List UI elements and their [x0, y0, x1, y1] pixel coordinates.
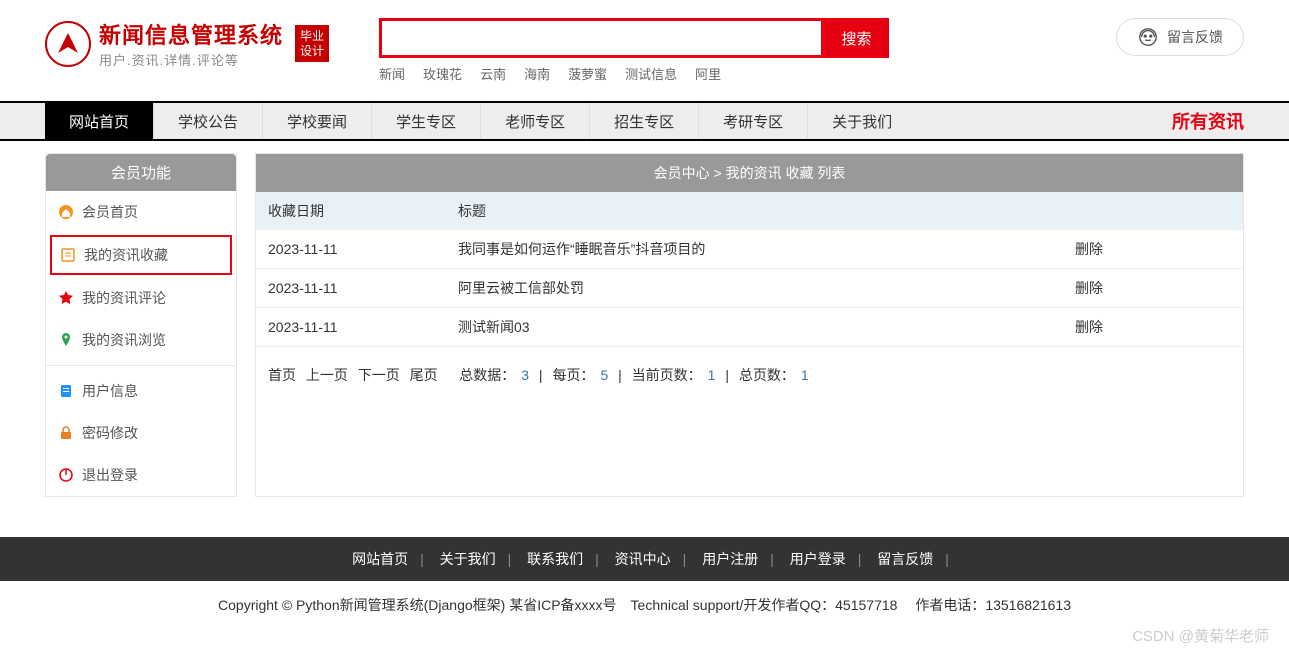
footer-link[interactable]: 资讯中心 [603, 551, 683, 567]
pages-label: 总页数： [739, 367, 795, 383]
logo-icon [45, 21, 91, 67]
nav-admission[interactable]: 招生专区 [589, 103, 698, 139]
nav-news[interactable]: 学校要闻 [262, 103, 371, 139]
sidebar-header: 会员功能 [46, 154, 236, 191]
sidebar-item-history[interactable]: 我的资讯浏览 [46, 319, 236, 361]
pages-value: 1 [801, 367, 809, 383]
feedback-button[interactable]: 留言反馈 [1116, 18, 1244, 56]
sidebar-item-comments[interactable]: 我的资讯评论 [46, 277, 236, 319]
sidebar-item-profile[interactable]: 用户信息 [46, 370, 236, 412]
nav-student[interactable]: 学生专区 [371, 103, 480, 139]
pin-icon [58, 332, 74, 348]
search-tag[interactable]: 玫瑰花 [423, 64, 462, 83]
logo: 新闻信息管理系统 用户.资讯.详情.评论等 毕业 设计 [45, 18, 329, 69]
nav-teacher[interactable]: 老师专区 [480, 103, 589, 139]
search-tags: 新闻 玫瑰花 云南 海南 菠萝蜜 测试信息 阿里 [379, 64, 889, 83]
sidebar-item-label: 会员首页 [82, 202, 138, 222]
total-label: 总数据： [459, 367, 515, 383]
page-last[interactable]: 尾页 [410, 367, 438, 383]
delete-link[interactable]: 删除 [1063, 308, 1243, 347]
nav-exam[interactable]: 考研专区 [698, 103, 807, 139]
sidebar-item-password[interactable]: 密码修改 [46, 412, 236, 454]
footer-link[interactable]: 留言反馈 [865, 551, 945, 567]
cell-date: 2023-11-11 [256, 230, 446, 269]
sidebar-divider [46, 365, 236, 366]
current-label: 当前页数： [632, 367, 702, 383]
search-tag[interactable]: 海南 [524, 64, 550, 83]
power-icon [58, 467, 74, 483]
cell-title[interactable]: 我同事是如何运作“睡眠音乐”抖音项目的 [446, 230, 1063, 269]
table-row: 2023-11-11 测试新闻03 删除 [256, 308, 1243, 347]
search-button[interactable]: 搜索 [824, 18, 889, 58]
delete-link[interactable]: 删除 [1063, 269, 1243, 308]
sidebar-item-label: 用户信息 [82, 381, 138, 401]
page-next[interactable]: 下一页 [358, 367, 400, 383]
sidebar-item-label: 我的资讯浏览 [82, 330, 166, 350]
footer-link[interactable]: 关于我们 [428, 551, 508, 567]
sidebar-item-logout[interactable]: 退出登录 [46, 454, 236, 496]
current-value: 1 [708, 367, 716, 383]
logo-badge: 毕业 设计 [295, 25, 329, 62]
nav-home[interactable]: 网站首页 [45, 103, 153, 139]
table-row: 2023-11-11 阿里云被工信部处罚 删除 [256, 269, 1243, 308]
nav-all-news[interactable]: 所有资讯 [1172, 103, 1244, 139]
main-nav: 网站首页 学校公告 学校要闻 学生专区 老师专区 招生专区 考研专区 关于我们 … [0, 101, 1289, 141]
nav-about[interactable]: 关于我们 [807, 103, 916, 139]
col-action [1063, 192, 1243, 230]
sidebar-item-label: 退出登录 [82, 465, 138, 485]
total-value: 3 [521, 367, 529, 383]
col-title: 标题 [446, 192, 1063, 230]
delete-link[interactable]: 删除 [1063, 230, 1243, 269]
logo-subtitle: 用户.资讯.详情.评论等 [99, 50, 283, 69]
footer-link[interactable]: 网站首页 [340, 551, 420, 567]
nav-notice[interactable]: 学校公告 [153, 103, 262, 139]
sidebar: 会员功能 会员首页 我的资讯收藏 我的资讯评论 我的资讯浏览 用户信息 密码修改 [45, 153, 237, 497]
sidebar-item-label: 我的资讯评论 [82, 288, 166, 308]
search-tag[interactable]: 新闻 [379, 64, 405, 83]
search-tag[interactable]: 菠萝蜜 [568, 64, 607, 83]
breadcrumb: 会员中心 > 我的资讯 收藏 列表 [256, 154, 1243, 192]
search-tag[interactable]: 云南 [480, 64, 506, 83]
footer-link[interactable]: 用户登录 [778, 551, 858, 567]
lock-icon [58, 425, 74, 441]
cell-title[interactable]: 阿里云被工信部处罚 [446, 269, 1063, 308]
sidebar-item-favorites[interactable]: 我的资讯收藏 [50, 235, 232, 275]
page-prev[interactable]: 上一页 [306, 367, 348, 383]
favorites-table: 收藏日期 标题 2023-11-11 我同事是如何运作“睡眠音乐”抖音项目的 删… [256, 192, 1243, 347]
page-first[interactable]: 首页 [268, 367, 296, 383]
footer-link[interactable]: 联系我们 [515, 551, 595, 567]
footer-nav: 网站首页| 关于我们| 联系我们| 资讯中心| 用户注册| 用户登录| 留言反馈… [0, 537, 1289, 581]
footer-link[interactable]: 用户注册 [690, 551, 770, 567]
logo-title: 新闻信息管理系统 [99, 18, 283, 50]
perpage-label: 每页： [552, 367, 594, 383]
sidebar-item-label: 我的资讯收藏 [84, 245, 168, 265]
star-icon [58, 290, 74, 306]
cell-date: 2023-11-11 [256, 269, 446, 308]
sidebar-item-label: 密码修改 [82, 423, 138, 443]
table-row: 2023-11-11 我同事是如何运作“睡眠音乐”抖音项目的 删除 [256, 230, 1243, 269]
sidebar-item-home[interactable]: 会员首页 [46, 191, 236, 233]
search-input[interactable] [379, 18, 824, 58]
perpage-value: 5 [600, 367, 608, 383]
support-icon [1137, 26, 1159, 48]
cell-date: 2023-11-11 [256, 308, 446, 347]
home-icon [58, 204, 74, 220]
footer-copyright: Copyright © Python新闻管理系统(Django框架) 某省ICP… [0, 581, 1289, 635]
feedback-label: 留言反馈 [1167, 27, 1223, 47]
bookmark-icon [60, 247, 76, 263]
pagination: 首页 上一页 下一页 尾页 总数据：3 | 每页：5 | 当前页数：1 | 总页… [256, 347, 1243, 403]
main-panel: 会员中心 > 我的资讯 收藏 列表 收藏日期 标题 2023-11-11 我同事… [255, 153, 1244, 497]
clipboard-icon [58, 383, 74, 399]
cell-title[interactable]: 测试新闻03 [446, 308, 1063, 347]
search-tag[interactable]: 阿里 [695, 64, 721, 83]
search-tag[interactable]: 测试信息 [625, 64, 677, 83]
col-date: 收藏日期 [256, 192, 446, 230]
